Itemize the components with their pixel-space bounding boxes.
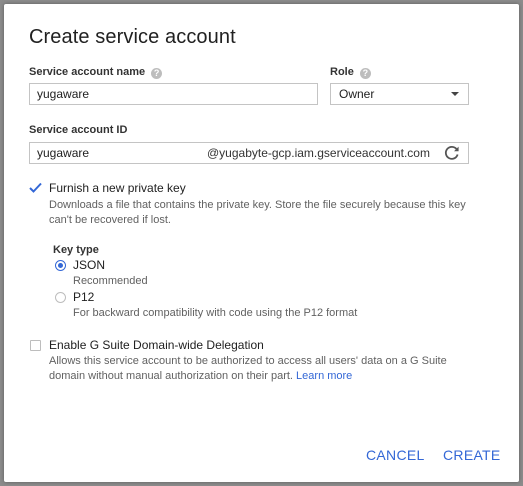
delegation-description-text: domain without manual authorization on t… [49,370,293,382]
private-key-description-line1: Downloads a file that contains the priva… [49,199,466,211]
learn-more-link[interactable]: Learn more [296,370,352,382]
key-type-label: Key type [53,244,99,256]
delegation-label: Enable G Suite Domain-wide Delegation [49,338,264,352]
service-account-id-value: yugaware [37,146,90,160]
delegation-checkbox[interactable] [30,340,41,351]
private-key-description-line2: can't be recovered if lost. [49,214,171,226]
role-select[interactable]: Owner [330,83,469,105]
p12-radio[interactable] [55,292,66,303]
delegation-description-line2: domain without manual authorization on t… [49,369,352,384]
create-service-account-dialog: Create service account Service account n… [4,4,519,482]
json-option-label: JSON [73,258,106,272]
json-option-description: Recommended [73,275,148,287]
help-icon[interactable]: ? [359,68,371,79]
help-icon[interactable]: ? [151,68,163,79]
delegation-description-line1: Allows this service account to be author… [49,355,447,367]
dropdown-caret-icon [451,92,459,96]
service-account-name-value: yugaware [37,87,90,101]
p12-option-label: P12 [73,290,95,304]
service-account-name-label-text: Service account name [29,66,146,78]
json-radio[interactable] [55,260,66,271]
service-account-name-input[interactable]: yugaware [29,83,318,105]
role-label: Role? [330,66,371,79]
service-account-name-label: Service account name? [29,66,163,79]
role-selected-value: Owner [339,87,375,101]
p12-option-description: For backward compatibility with code usi… [73,307,358,319]
service-account-id-input[interactable]: yugaware @yugabyte-gcp.iam.gserviceaccou… [29,142,469,164]
service-account-id-suffix: @yugabyte-gcp.iam.gserviceaccount.com [207,146,430,160]
cancel-button[interactable]: CANCEL [366,447,425,463]
service-account-id-label: Service account ID [29,124,128,136]
create-button[interactable]: CREATE [443,447,501,463]
role-label-text: Role [330,66,354,78]
private-key-label: Furnish a new private key [49,181,186,195]
dialog-title: Create service account [29,26,236,48]
refresh-icon[interactable] [444,145,460,167]
private-key-checkbox[interactable] [29,182,42,193]
